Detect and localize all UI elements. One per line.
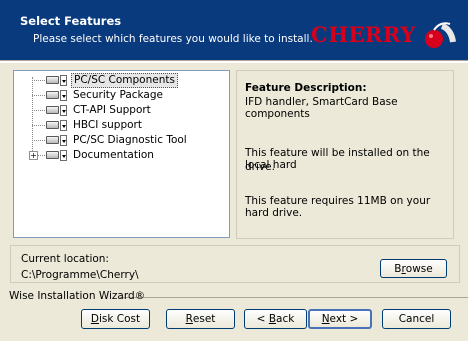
dropdown-arrow-icon[interactable] [60,134,67,146]
drive-icon [46,121,59,129]
wizard-header: Select Features Please select which feat… [0,0,468,60]
description-text: IFD handler, SmartCard Base components [245,96,398,120]
tree-item-pcsc-diagnostic-tool[interactable]: PC/SC Diagnostic Tool [46,133,189,147]
back-prefix: < [256,313,269,325]
tree-item-label: Documentation [73,148,154,161]
tree-item-label: Security Package [73,88,163,101]
browse-button[interactable]: Br owse [380,259,447,278]
drive-icon [46,76,59,84]
tree-item-label: PC/SC Components [71,72,178,88]
browse-label-suffix: owse [405,262,433,275]
current-location-label: Current location: [21,253,109,265]
tree-item-documentation[interactable]: Documentation [46,148,156,162]
cherry-logo-text: CHERRY [311,22,416,47]
reset-label: eset [192,313,216,325]
back-button[interactable]: < Back [244,309,307,329]
drive-icon [46,151,59,159]
wise-installation-brand: Wise Installation Wizard® [9,290,146,302]
disk-requirement-text: This feature requires 11MB on your hard … [245,195,431,219]
tree-item-pcsc-components[interactable]: PC/SC Components [46,72,178,88]
disk-cost-accel: D [90,313,99,325]
expand-plus-icon[interactable]: + [29,151,38,160]
tree-item-label: HBCI support [73,118,142,131]
feature-description-panel: Feature Description: IFD handler, SmartC… [236,70,454,239]
drive-icon [46,91,59,99]
next-accel: N [321,313,330,325]
header-divider [0,60,468,63]
footer-divider [120,297,468,298]
tree-item-ct-api-support[interactable]: CT-API Support [46,103,153,117]
next-label: ext > [329,313,359,325]
next-button[interactable]: Next > [308,309,372,329]
install-location-text: This feature will be installed on the lo… [245,147,430,171]
current-location-path: C:\Programme\Cherry\ [21,269,139,281]
disk-cost-label: isk Cost [98,313,141,325]
page-title: Select Features [20,14,122,28]
back-label: ack [276,313,295,325]
cancel-button[interactable]: Cancel [382,309,451,329]
dropdown-arrow-icon[interactable] [60,149,67,161]
drive-icon [46,106,59,114]
dropdown-arrow-icon[interactable] [60,119,67,131]
tree-item-hbci-support[interactable]: HBCI support [46,118,144,132]
tree-item-security-package[interactable]: Security Package [46,88,165,102]
tree-item-label: PC/SC Diagnostic Tool [73,133,187,146]
disk-cost-button[interactable]: Disk Cost [81,309,150,329]
page-subtitle: Please select which features you would l… [33,33,313,45]
back-accel: B [268,313,277,325]
tree-item-label: CT-API Support [73,103,151,116]
feature-tree[interactable]: PC/SC Components Security Package CT-API… [13,70,230,238]
dropdown-arrow-icon[interactable] [60,104,67,116]
cherry-logo-icon [425,22,456,48]
dropdown-arrow-icon[interactable] [60,89,67,101]
cancel-label: Cancel [398,313,435,325]
browse-label-prefix: B [394,262,402,275]
dropdown-arrow-icon[interactable] [60,74,67,86]
drive-icon [46,136,59,144]
install-location-text-cont: drive. [245,161,275,173]
reset-accel: R [185,313,193,325]
reset-button[interactable]: Reset [166,309,235,329]
description-heading: Feature Description: [245,82,367,94]
